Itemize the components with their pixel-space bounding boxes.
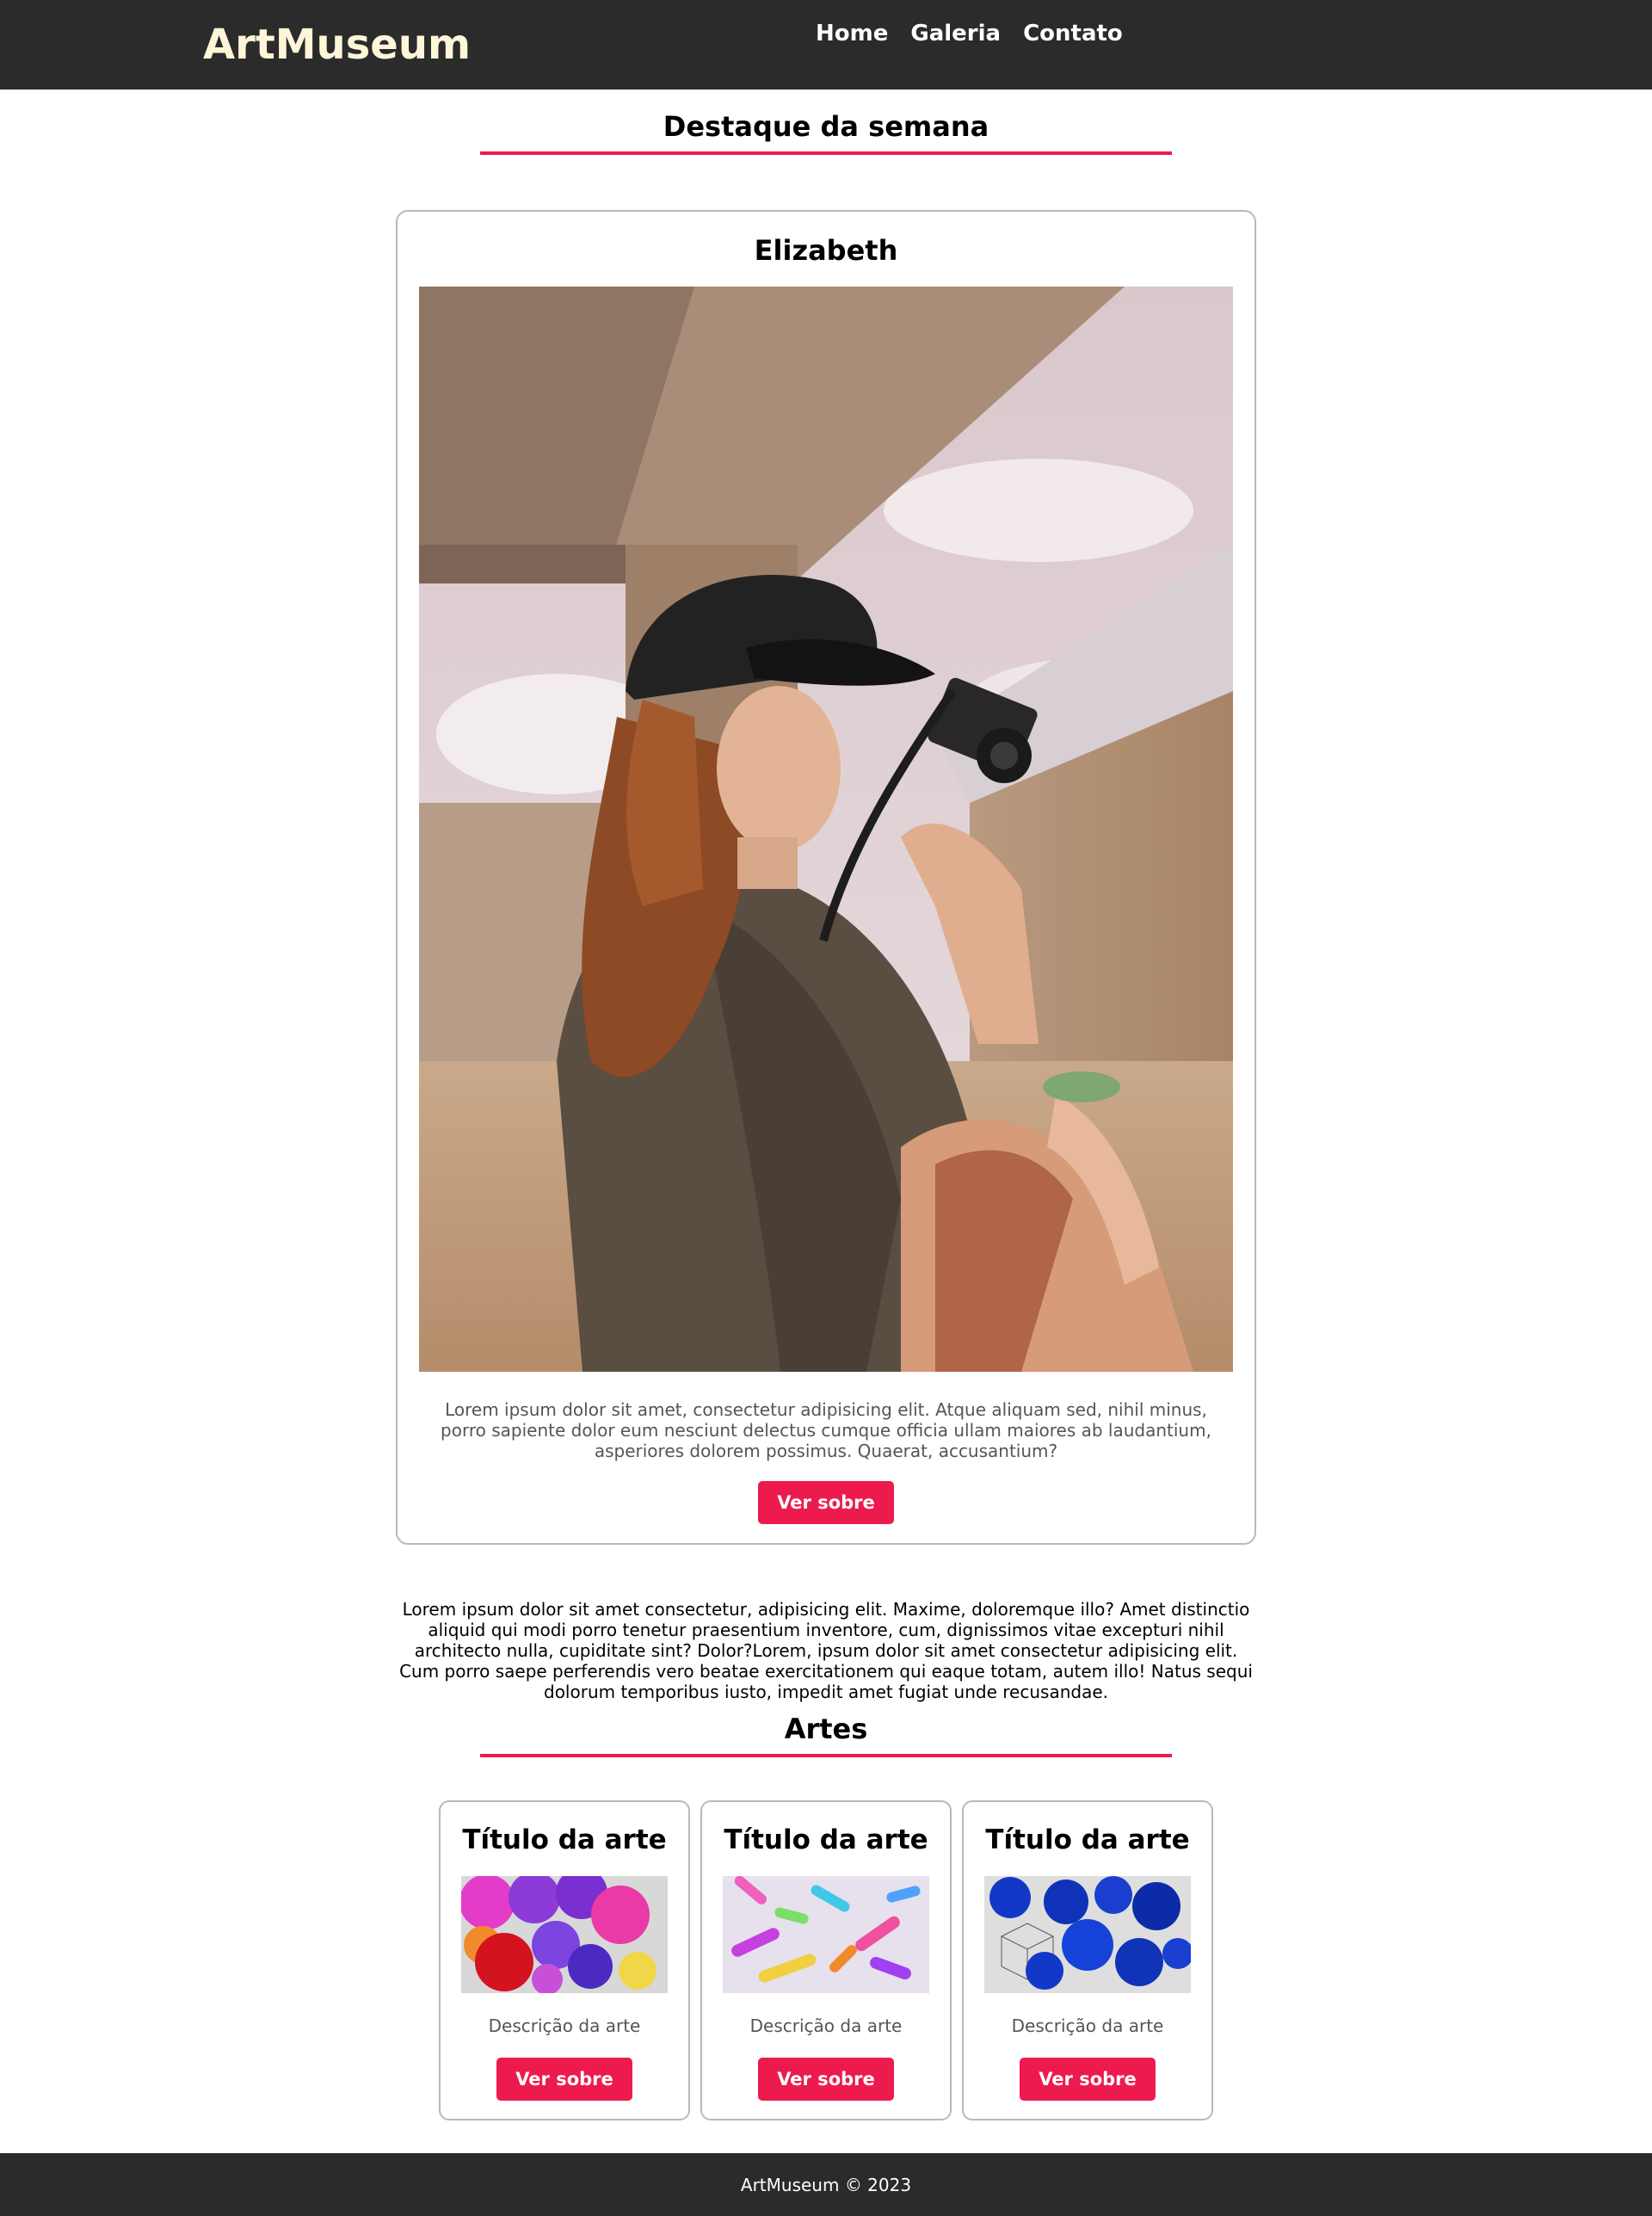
nav-gallery-link[interactable]: Galeria — [910, 21, 1001, 46]
art-image-colorful-ribbons — [723, 1876, 929, 1993]
arts-section-title: Artes — [784, 1713, 868, 1745]
art-description: Descrição da arte — [1011, 2015, 1164, 2036]
art-description: Descrição da arte — [488, 2015, 641, 2036]
nav-contact-link[interactable]: Contato — [1023, 21, 1123, 46]
featured-title-divider — [480, 151, 1172, 155]
footer-copyright: ArtMuseum © 2023 — [740, 2174, 912, 2195]
art-title: Título da arte — [985, 1824, 1190, 1855]
art-card: Título da arte Descrição da arte Ver sob… — [700, 1800, 952, 2120]
art-title: Título da arte — [724, 1824, 928, 1855]
art-description: Descrição da arte — [749, 2015, 903, 2036]
intro-paragraph: Lorem ipsum dolor sit amet consectetur, … — [399, 1599, 1253, 1702]
featured-artwork-name: Elizabeth — [754, 234, 898, 267]
featured-photo — [419, 287, 1233, 1372]
art-title: Título da arte — [462, 1824, 667, 1855]
art-ver-sobre-button[interactable]: Ver sobre — [1020, 2058, 1156, 2101]
site-logo[interactable]: ArtMuseum — [203, 21, 471, 69]
art-image-colorful-blobs — [461, 1876, 668, 1993]
featured-card: Elizabeth Lorem ipsum dolor sit amet, co… — [396, 210, 1256, 1545]
art-image-blue-shapes — [984, 1876, 1191, 1993]
arts-title-divider — [480, 1754, 1172, 1757]
main-nav: Home Galeria Contato — [816, 21, 1123, 46]
art-ver-sobre-button[interactable]: Ver sobre — [496, 2058, 632, 2101]
art-ver-sobre-button[interactable]: Ver sobre — [758, 2058, 894, 2101]
site-footer: ArtMuseum © 2023 — [0, 2153, 1652, 2216]
art-card: Título da arte Descrição da arte Ver sob… — [439, 1800, 690, 2120]
featured-description: Lorem ipsum dolor sit amet, consectetur … — [441, 1399, 1211, 1461]
featured-ver-sobre-button[interactable]: Ver sobre — [758, 1481, 894, 1524]
nav-home-link[interactable]: Home — [816, 21, 888, 46]
top-navbar: ArtMuseum Home Galeria Contato — [0, 0, 1652, 90]
featured-section-title: Destaque da semana — [663, 110, 989, 143]
art-card: Título da arte Descrição da arte Ver sob… — [962, 1800, 1213, 2120]
